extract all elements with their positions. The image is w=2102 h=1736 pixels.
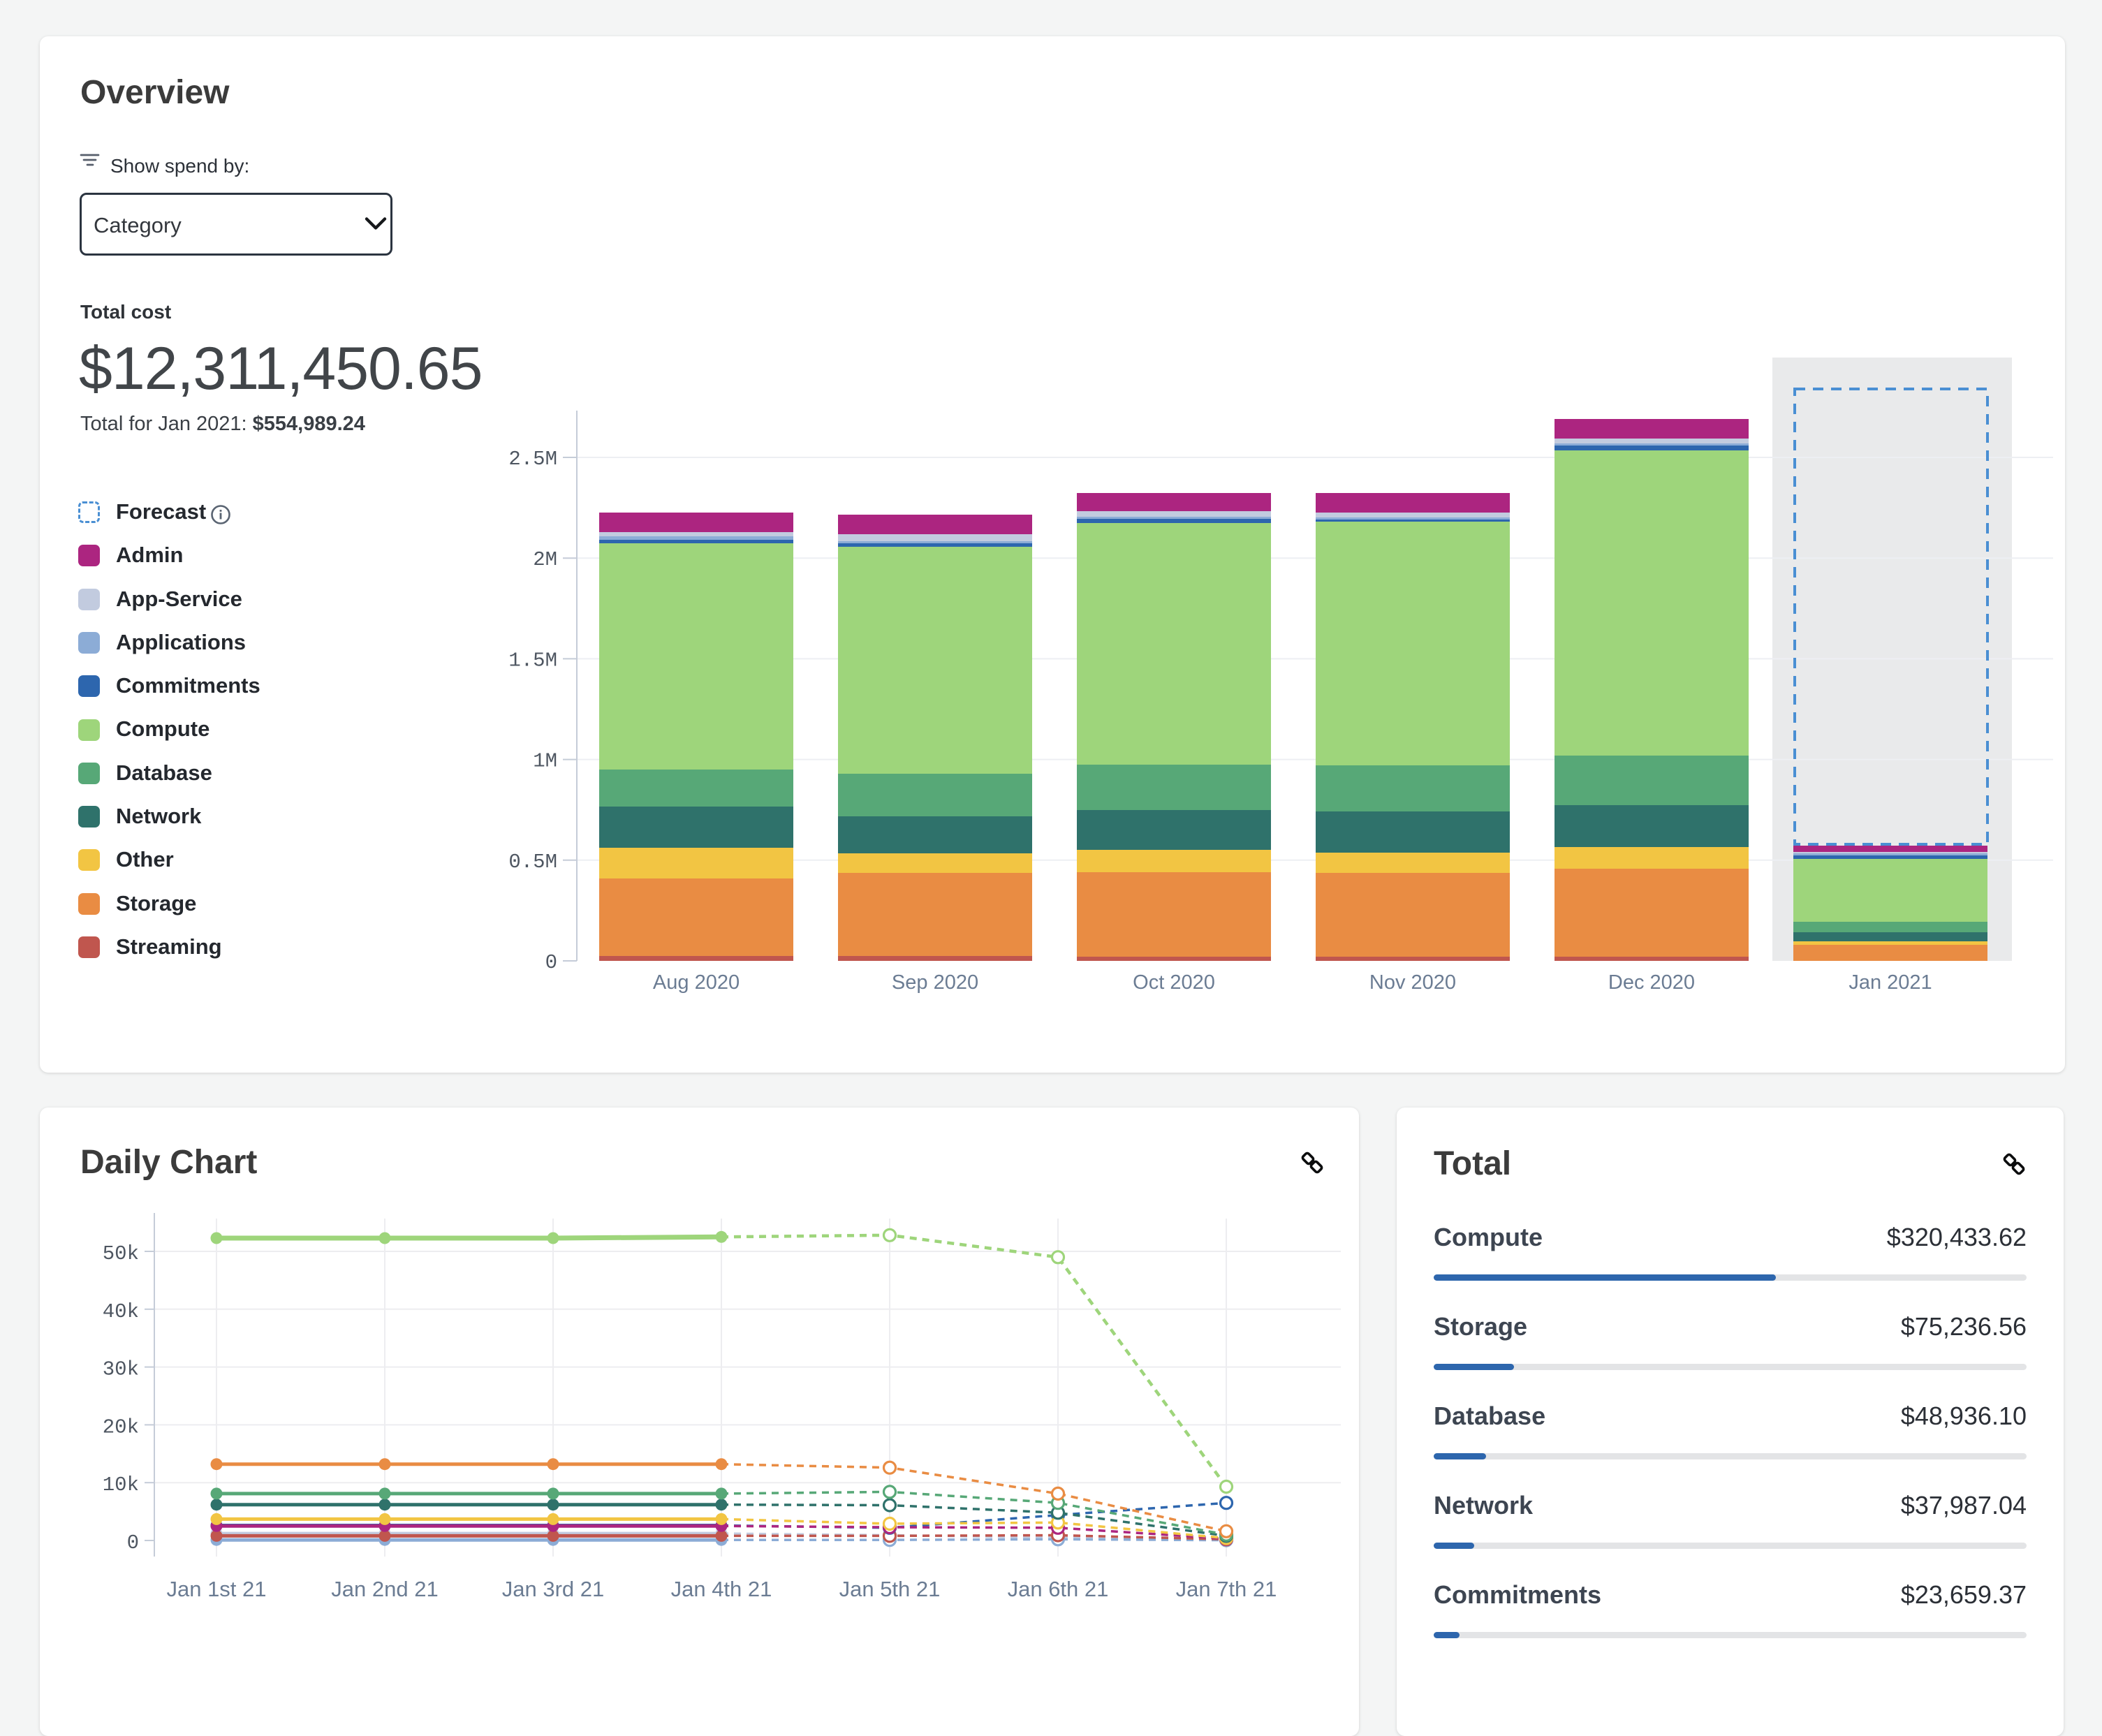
svg-text:1M: 1M: [533, 750, 557, 773]
svg-text:Dec 2020: Dec 2020: [1608, 971, 1695, 994]
svg-text:30k: 30k: [103, 1358, 139, 1381]
svg-text:Jan 1st 21: Jan 1st 21: [166, 1577, 266, 1601]
svg-text:2.5M: 2.5M: [508, 448, 557, 471]
svg-text:Aug 2020: Aug 2020: [653, 971, 740, 994]
svg-text:1.5M: 1.5M: [508, 649, 557, 672]
svg-text:2M: 2M: [533, 548, 557, 571]
svg-text:40k: 40k: [103, 1300, 139, 1323]
svg-text:0.5M: 0.5M: [508, 851, 557, 874]
svg-text:Jan 6th 21: Jan 6th 21: [1008, 1577, 1109, 1601]
svg-text:50k: 50k: [103, 1242, 139, 1265]
svg-text:Jan 2nd 21: Jan 2nd 21: [331, 1577, 438, 1601]
svg-text:Oct 2020: Oct 2020: [1133, 971, 1215, 994]
svg-text:Sep 2020: Sep 2020: [892, 971, 978, 994]
svg-text:20k: 20k: [103, 1415, 139, 1439]
svg-text:Jan 3rd 21: Jan 3rd 21: [502, 1577, 605, 1601]
svg-text:0: 0: [545, 951, 557, 974]
svg-text:Jan 4th 21: Jan 4th 21: [671, 1577, 772, 1601]
svg-text:Jan 7th 21: Jan 7th 21: [1176, 1577, 1277, 1601]
svg-text:0: 0: [127, 1531, 139, 1554]
svg-text:10k: 10k: [103, 1473, 139, 1496]
svg-text:Nov 2020: Nov 2020: [1369, 971, 1456, 994]
svg-text:Jan 5th 21: Jan 5th 21: [839, 1577, 941, 1601]
svg-text:Jan 2021: Jan 2021: [1849, 971, 1932, 994]
